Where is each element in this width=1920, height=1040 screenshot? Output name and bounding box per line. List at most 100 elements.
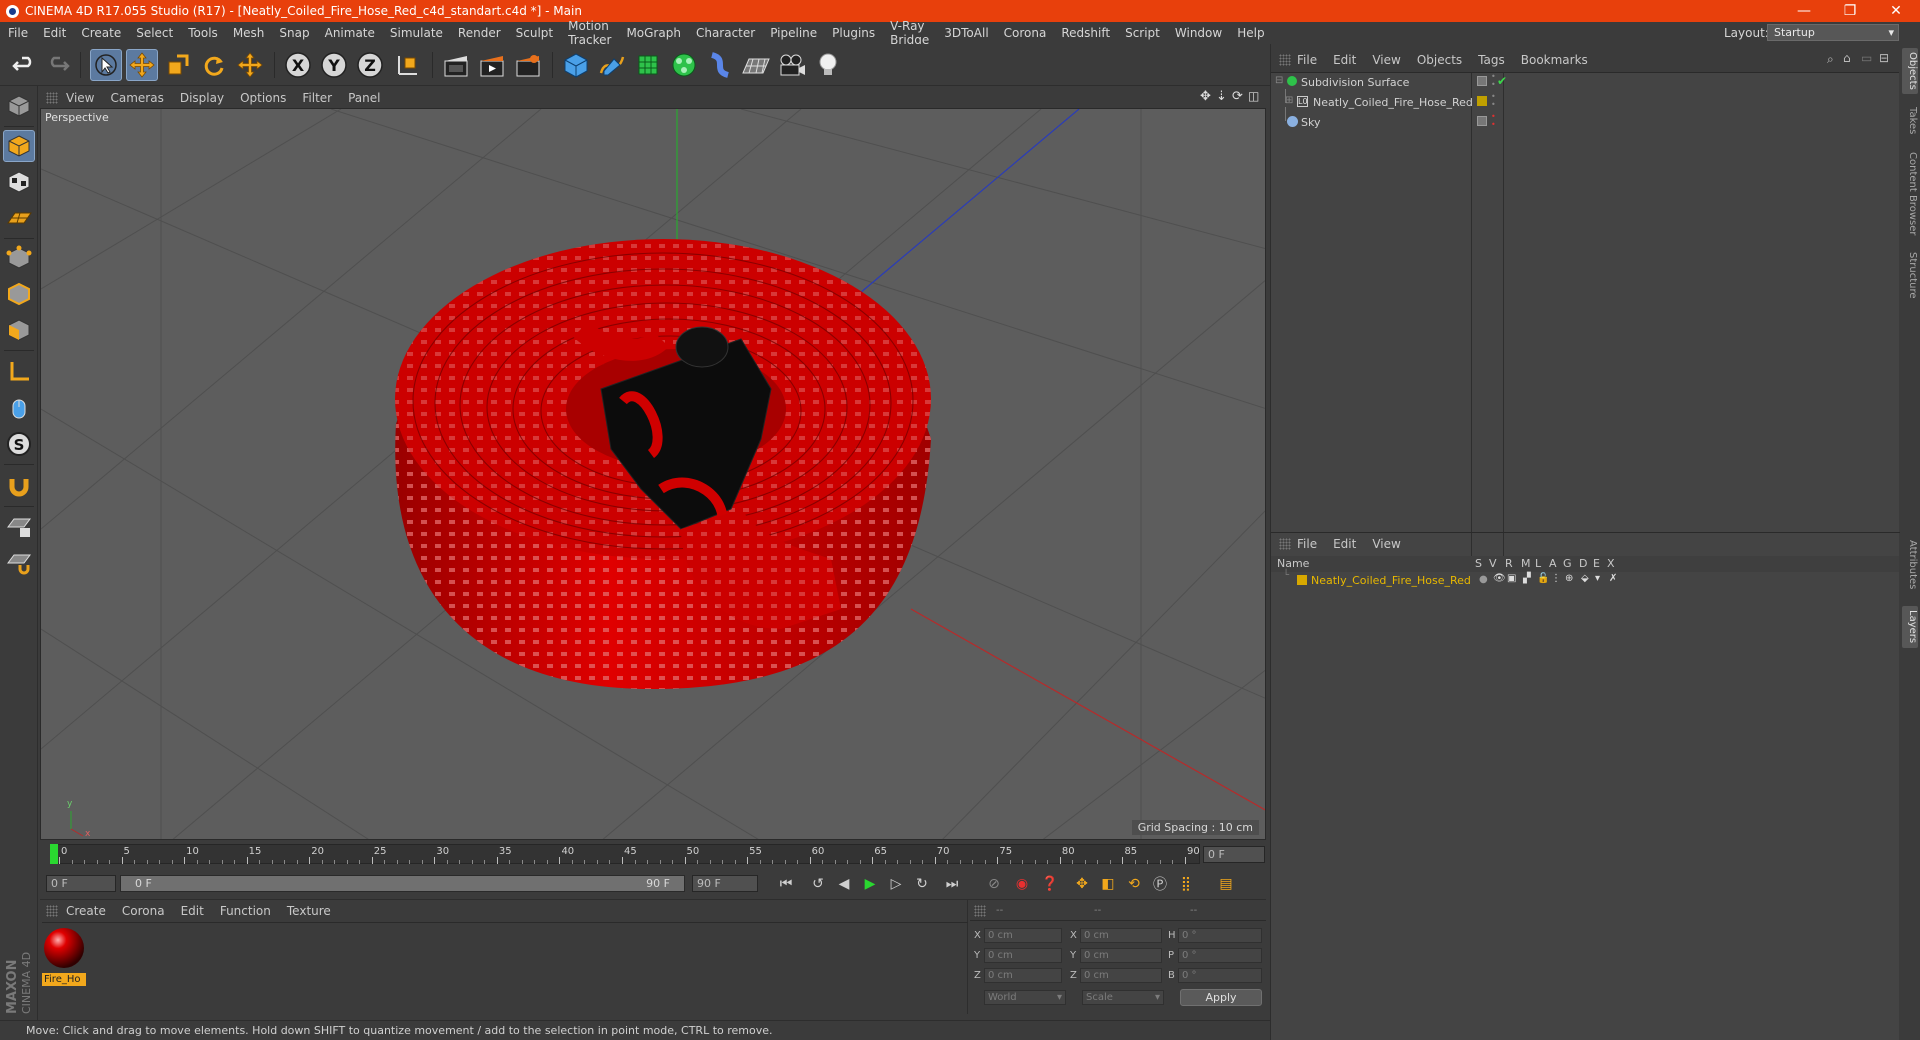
undo-button[interactable] xyxy=(8,49,40,81)
layer-solo-icon[interactable]: ● xyxy=(1479,574,1488,585)
viewport-menu-filter[interactable]: Filter xyxy=(302,91,332,105)
y-axis-lock-button[interactable]: Y xyxy=(318,49,350,81)
render-view-button[interactable] xyxy=(440,49,472,81)
recent-tool-button[interactable] xyxy=(234,49,266,81)
tweak-mode-button[interactable] xyxy=(3,392,35,424)
viewport-move-icon[interactable]: ✥ xyxy=(1200,89,1211,104)
viewport-menu-view[interactable]: View xyxy=(66,91,94,105)
layer-col-m[interactable]: M xyxy=(1521,557,1531,570)
objects-menu-edit[interactable]: Edit xyxy=(1333,53,1356,67)
visibility-dots-icon[interactable]: • • xyxy=(1491,113,1496,129)
camera-button[interactable] xyxy=(776,49,808,81)
goto-end-button[interactable]: ⏭ xyxy=(940,873,964,895)
snap-toggle-button[interactable] xyxy=(3,470,35,502)
layer-color-tag[interactable] xyxy=(1477,96,1487,106)
search-icon[interactable]: ⌕ xyxy=(1827,52,1834,67)
scale-tool-button[interactable] xyxy=(162,49,194,81)
objects-menu-file[interactable]: File xyxy=(1297,53,1317,67)
current-frame-marker[interactable] xyxy=(50,844,58,864)
tab-content-browser[interactable]: Content Browser xyxy=(1902,148,1918,240)
object-name[interactable]: Subdivision Surface xyxy=(1301,76,1409,89)
menu-snap[interactable]: Snap xyxy=(279,26,309,40)
menu-window[interactable]: Window xyxy=(1175,26,1222,40)
redo-button[interactable] xyxy=(42,49,74,81)
menu-motion-tracker[interactable]: Motion Tracker xyxy=(568,19,611,47)
key-pla-button[interactable]: ⣿ xyxy=(1174,873,1198,895)
texture-mode-button[interactable] xyxy=(3,166,35,198)
layer-expressions-icon[interactable]: ▾ xyxy=(1595,573,1600,584)
menu-render[interactable]: Render xyxy=(458,26,501,40)
solo-mode-button[interactable]: S xyxy=(3,428,35,460)
menu-file[interactable]: File xyxy=(8,26,28,40)
apply-button[interactable]: Apply xyxy=(1180,989,1262,1006)
menu-select[interactable]: Select xyxy=(136,26,173,40)
enabled-check-icon[interactable]: ✔ xyxy=(1497,74,1507,88)
goto-start-button[interactable]: ⏮ xyxy=(774,873,798,895)
material-menu-texture[interactable]: Texture xyxy=(287,904,331,918)
layers-menu-edit[interactable]: Edit xyxy=(1333,537,1356,551)
layer-animation-icon[interactable]: ⋮ xyxy=(1551,573,1561,584)
tab-layers[interactable]: Layers xyxy=(1902,606,1918,648)
coordinate-system-button[interactable] xyxy=(392,49,424,81)
tab-takes[interactable]: Takes xyxy=(1902,104,1918,138)
layer-row[interactable]: └ Neatly_Coiled_Fire_Hose_Red ● 👁 ▣ ▞ 🔓 … xyxy=(1271,570,1899,592)
key-position-button[interactable]: ✥ xyxy=(1070,873,1094,895)
make-editable-button[interactable] xyxy=(3,90,35,122)
layer-col-a[interactable]: A xyxy=(1549,557,1557,570)
menu-3dtoall[interactable]: 3DToAll xyxy=(944,26,988,40)
key-scale-button[interactable]: ◧ xyxy=(1096,873,1120,895)
objects-menu-view[interactable]: View xyxy=(1372,53,1400,67)
layer-col-e[interactable]: E xyxy=(1593,557,1600,570)
rotate-tool-button[interactable] xyxy=(198,49,230,81)
visibility-dots-icon[interactable]: • • xyxy=(1491,93,1496,109)
cloner-button[interactable] xyxy=(668,49,700,81)
workplane-mode-button[interactable] xyxy=(3,202,35,234)
viewport-maximize-icon[interactable]: ◫ xyxy=(1248,89,1259,103)
objects-menu-objects[interactable]: Objects xyxy=(1417,53,1462,67)
close-button[interactable]: ✕ xyxy=(1874,0,1918,22)
edges-mode-button[interactable] xyxy=(3,278,35,310)
layer-col-x[interactable]: X xyxy=(1607,557,1615,570)
object-row-subdivision-surface[interactable]: ⊟ Subdivision Surface • • ✔ xyxy=(1271,73,1899,93)
object-name[interactable]: Sky xyxy=(1301,116,1320,129)
deformer-button[interactable] xyxy=(704,49,736,81)
layer-tag-icon[interactable] xyxy=(1477,76,1487,86)
perspective-viewport[interactable]: y x Perspective Grid Spacing : 10 cm xyxy=(40,108,1266,840)
collapse-icon[interactable]: ⊟ xyxy=(1275,75,1283,86)
menu-sculpt[interactable]: Sculpt xyxy=(516,26,553,40)
tab-attributes[interactable]: Attributes xyxy=(1902,534,1918,596)
axis-mode-button[interactable] xyxy=(3,356,35,388)
layer-col-g[interactable]: G xyxy=(1563,557,1572,570)
viewport-menu-panel[interactable]: Panel xyxy=(348,91,380,105)
rot-h-field[interactable]: 0 ° xyxy=(1178,928,1262,943)
coord-system-select[interactable]: World ▾ xyxy=(984,990,1066,1005)
cube-primitive-button[interactable] xyxy=(560,49,592,81)
x-axis-lock-button[interactable]: X xyxy=(282,49,314,81)
start-frame-field[interactable]: 0 F xyxy=(46,875,116,892)
material-menu-create[interactable]: Create xyxy=(66,904,106,918)
layer-deformers-icon[interactable]: ⬙ xyxy=(1581,573,1589,584)
size-x-field[interactable]: 0 cm xyxy=(1080,928,1162,943)
menu-character[interactable]: Character xyxy=(696,26,755,40)
menu-corona[interactable]: Corona xyxy=(1004,26,1047,40)
polygons-mode-button[interactable] xyxy=(3,314,35,346)
layer-name[interactable]: Neatly_Coiled_Fire_Hose_Red xyxy=(1311,574,1471,587)
rot-b-field[interactable]: 0 ° xyxy=(1178,968,1262,983)
layer-col-d[interactable]: D xyxy=(1579,557,1587,570)
timeline-window-button[interactable]: ▤ xyxy=(1214,873,1238,895)
subdivision-surface-button[interactable] xyxy=(632,49,664,81)
key-parameter-button[interactable]: Ⓟ xyxy=(1148,873,1172,895)
restore-button[interactable]: ❐ xyxy=(1828,0,1872,22)
layer-visible-eye-icon[interactable]: 👁 xyxy=(1493,573,1506,584)
layer-col-r[interactable]: R xyxy=(1505,557,1513,570)
render-settings-button[interactable] xyxy=(512,49,544,81)
autokey-button[interactable]: ◉ xyxy=(1010,873,1034,895)
new-view-icon[interactable]: ▭ xyxy=(1861,51,1872,65)
layer-col-l[interactable]: L xyxy=(1535,557,1541,570)
menu-script[interactable]: Script xyxy=(1125,26,1160,40)
spline-pen-button[interactable] xyxy=(596,49,628,81)
menu-edit[interactable]: Edit xyxy=(43,26,66,40)
layer-manager-icon[interactable]: ▞ xyxy=(1523,573,1531,584)
expand-icon[interactable]: ⊞ xyxy=(1285,95,1293,106)
workplane-snap-button[interactable] xyxy=(3,546,35,578)
